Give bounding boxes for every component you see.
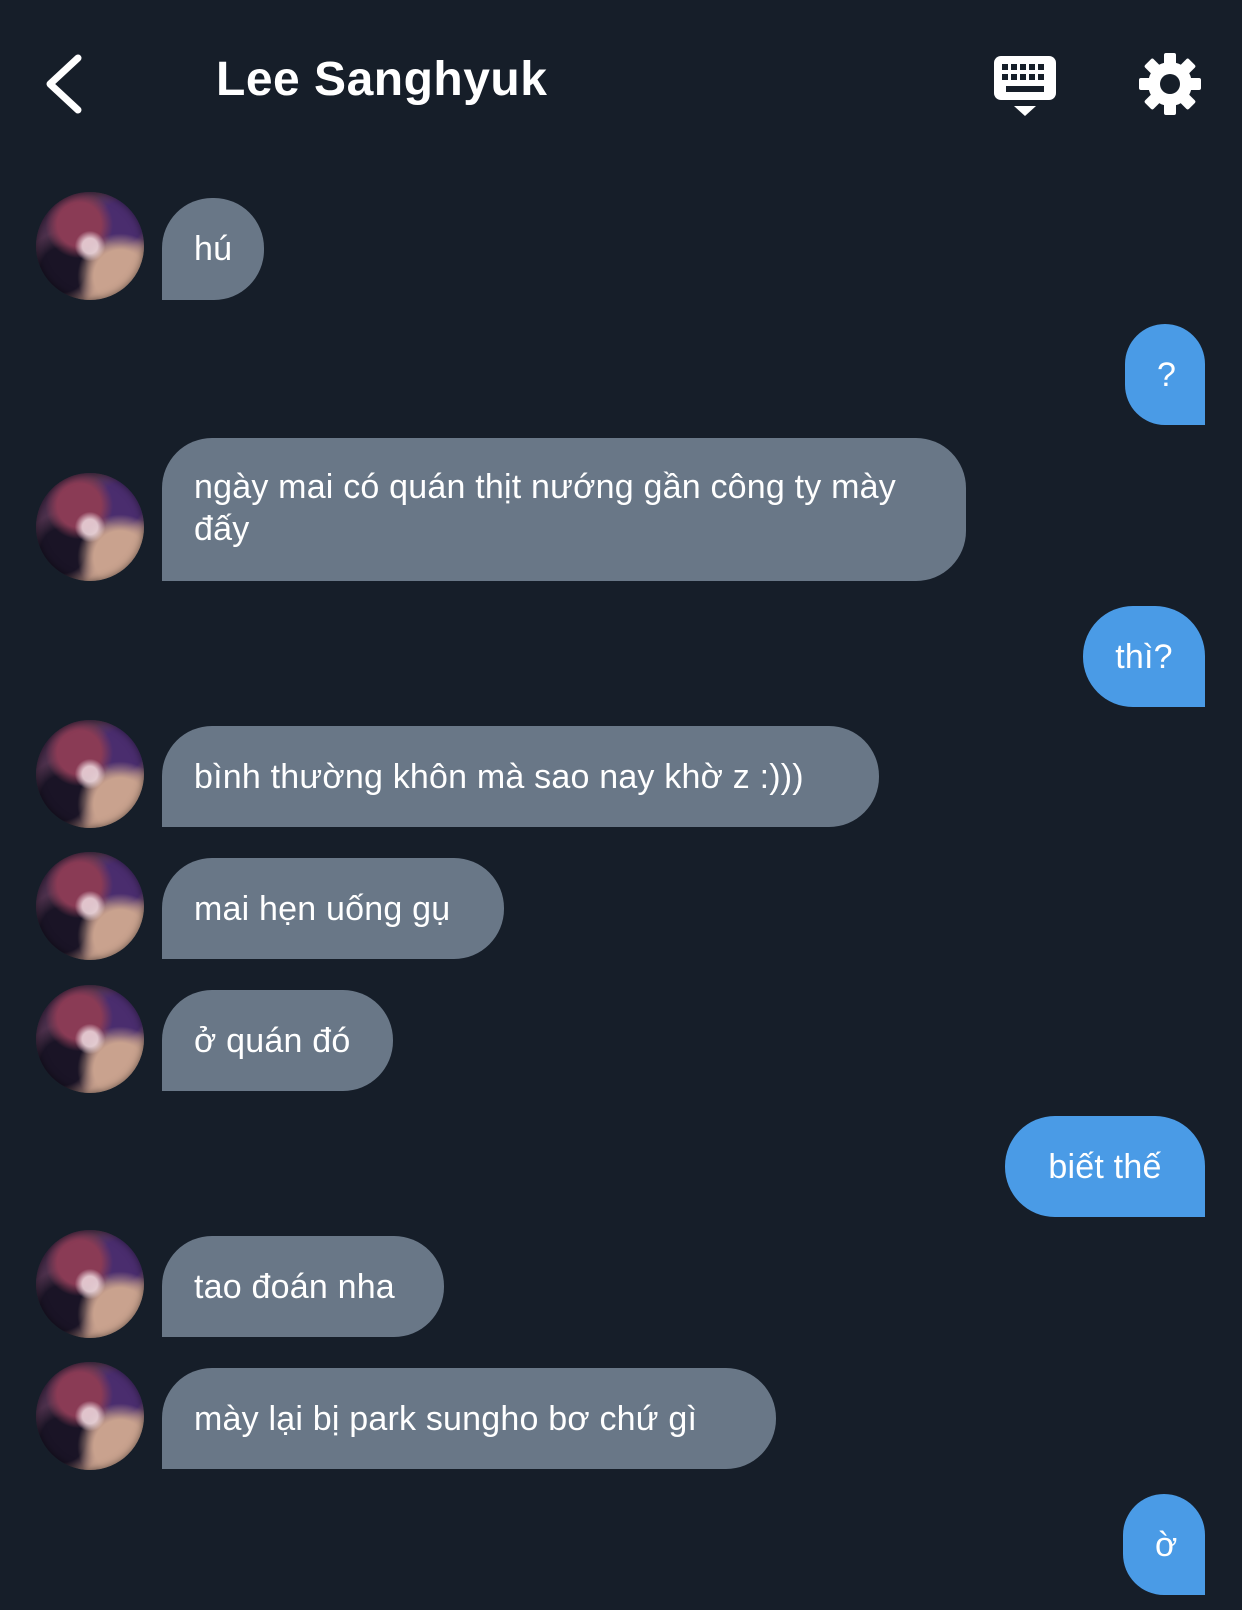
received-message-bubble[interactable]: mai hẹn uống gụ bbox=[162, 858, 504, 959]
received-message-bubble[interactable]: ở quán đó bbox=[162, 990, 393, 1091]
avatar[interactable] bbox=[36, 1230, 144, 1338]
avatar[interactable] bbox=[36, 985, 144, 1093]
avatar[interactable] bbox=[36, 720, 144, 828]
received-message-bubble[interactable]: hú bbox=[162, 198, 264, 300]
avatar[interactable] bbox=[36, 192, 144, 300]
sent-message-bubble[interactable]: ờ bbox=[1123, 1494, 1205, 1595]
chat-header: Lee Sanghyuk bbox=[0, 0, 1242, 170]
sent-message-bubble[interactable]: thì? bbox=[1083, 606, 1205, 707]
received-message-bubble[interactable]: ngày mai có quán thịt nướng gần công ty … bbox=[162, 438, 966, 581]
avatar[interactable] bbox=[36, 1362, 144, 1470]
received-message-bubble[interactable]: tao đoán nha bbox=[162, 1236, 444, 1337]
keyboard-icon bbox=[994, 56, 1056, 116]
received-message-bubble[interactable]: mày lại bị park sungho bơ chứ gì bbox=[162, 1368, 776, 1469]
chevron-left-icon bbox=[46, 54, 82, 114]
avatar[interactable] bbox=[36, 473, 144, 581]
back-button[interactable] bbox=[36, 44, 96, 124]
avatar[interactable] bbox=[36, 852, 144, 960]
received-message-bubble[interactable]: bình thường khôn mà sao nay khờ z :))) bbox=[162, 726, 879, 827]
chat-title: Lee Sanghyuk bbox=[216, 53, 548, 106]
sent-message-bubble[interactable]: biết thế bbox=[1005, 1116, 1205, 1217]
keyboard-button[interactable] bbox=[992, 54, 1060, 120]
settings-button[interactable] bbox=[1138, 52, 1202, 116]
sent-message-bubble[interactable]: ? bbox=[1125, 324, 1205, 425]
gear-icon bbox=[1139, 53, 1201, 115]
